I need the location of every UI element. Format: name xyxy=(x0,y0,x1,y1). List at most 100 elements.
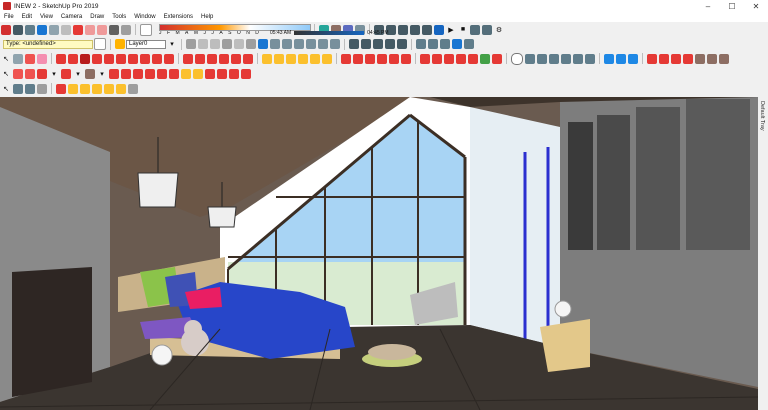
solid-tools-icon[interactable] xyxy=(464,39,474,49)
vray-options-icon[interactable] xyxy=(482,24,492,35)
rotated-rectangle-icon[interactable] xyxy=(92,53,102,64)
default-tray[interactable]: Default Tray xyxy=(758,97,768,410)
stop-icon[interactable]: ■ xyxy=(458,25,468,35)
box-icon[interactable] xyxy=(719,53,729,64)
style-icon[interactable] xyxy=(186,39,196,49)
teapot-icon[interactable] xyxy=(525,53,535,64)
arc-icon[interactable] xyxy=(140,53,150,64)
protractor-icon[interactable] xyxy=(286,53,296,64)
chevron-down-icon[interactable]: ▾ xyxy=(97,69,107,79)
entity-type-field[interactable]: Type: <undefined> xyxy=(3,39,93,49)
play-icon[interactable]: ▶ xyxy=(446,25,456,35)
menu-extensions[interactable]: Extensions xyxy=(160,14,197,20)
section-icon[interactable] xyxy=(397,39,407,49)
previous-view-icon[interactable] xyxy=(401,53,411,64)
orbit-icon[interactable] xyxy=(341,53,351,64)
box-icon[interactable] xyxy=(683,53,693,64)
new-model-icon[interactable] xyxy=(1,24,11,35)
box-icon[interactable] xyxy=(25,83,35,94)
section-icon[interactable] xyxy=(361,39,371,49)
view-right-icon[interactable] xyxy=(306,39,316,49)
layers-icon[interactable] xyxy=(115,39,125,49)
arc-icon[interactable] xyxy=(61,68,71,79)
model-viewport[interactable] xyxy=(0,97,758,410)
select-arrow-icon[interactable]: ↖ xyxy=(1,54,11,64)
view-left-icon[interactable] xyxy=(330,39,340,49)
print-icon[interactable] xyxy=(109,24,119,35)
chevron-down-icon[interactable]: ▾ xyxy=(167,39,177,49)
tape-measure-icon[interactable] xyxy=(181,68,191,79)
camera-icon[interactable] xyxy=(422,24,432,35)
zoom-extents-icon[interactable] xyxy=(241,68,251,79)
select-arrow-icon[interactable]: ↖ xyxy=(1,84,11,94)
axes-icon[interactable] xyxy=(104,83,114,94)
sandbox-icon[interactable] xyxy=(432,53,442,64)
sandbox-icon[interactable] xyxy=(456,53,466,64)
push-pull-icon[interactable] xyxy=(195,53,205,64)
close-button[interactable]: ✕ xyxy=(744,0,768,12)
move-icon[interactable] xyxy=(183,53,193,64)
box-icon[interactable] xyxy=(707,53,717,64)
rectangle-icon[interactable] xyxy=(85,68,95,79)
3d-text-icon[interactable] xyxy=(322,53,332,64)
polygon-icon[interactable] xyxy=(116,53,126,64)
gear-icon[interactable]: ⚙ xyxy=(494,25,504,35)
vray-frame-buffer-icon[interactable] xyxy=(470,24,480,35)
layer-select[interactable]: Layer0 xyxy=(126,39,166,49)
sandbox-icon[interactable] xyxy=(420,53,430,64)
paint-bucket-icon[interactable] xyxy=(37,53,47,64)
cube-icon[interactable] xyxy=(628,53,638,64)
line-icon[interactable] xyxy=(37,68,47,79)
menu-draw[interactable]: Draw xyxy=(86,14,108,20)
cloud-icon[interactable] xyxy=(549,53,559,64)
view-top-icon[interactable] xyxy=(282,39,292,49)
camera-icon[interactable] xyxy=(398,24,408,35)
text-icon[interactable] xyxy=(128,83,138,94)
pan-icon[interactable] xyxy=(353,53,363,64)
arc-icon[interactable] xyxy=(152,53,162,64)
eraser-icon[interactable] xyxy=(13,68,23,79)
entity-info-icon[interactable] xyxy=(94,38,106,50)
section-icon[interactable] xyxy=(385,39,395,49)
paste-icon[interactable] xyxy=(61,24,71,35)
menu-file[interactable]: File xyxy=(0,14,18,20)
dimension-icon[interactable] xyxy=(274,53,284,64)
cube-icon[interactable] xyxy=(616,53,626,64)
zoom-window-icon[interactable] xyxy=(377,53,387,64)
sandbox-icon[interactable] xyxy=(492,53,502,64)
measure-icon[interactable] xyxy=(80,83,90,94)
zoom-extents-icon[interactable] xyxy=(389,53,399,64)
scale-icon[interactable] xyxy=(231,53,241,64)
box-icon[interactable] xyxy=(647,53,657,64)
box-icon[interactable] xyxy=(671,53,681,64)
model-info-icon[interactable] xyxy=(121,24,131,35)
window-icon[interactable] xyxy=(573,53,583,64)
view-iso-icon[interactable] xyxy=(270,39,280,49)
box-icon[interactable] xyxy=(659,53,669,64)
maximize-button[interactable]: ☐ xyxy=(720,0,744,12)
menu-tools[interactable]: Tools xyxy=(108,14,130,20)
offset-icon[interactable] xyxy=(243,53,253,64)
arc-icon[interactable] xyxy=(128,53,138,64)
sandbox-icon[interactable] xyxy=(480,53,490,64)
style-icon[interactable] xyxy=(210,39,220,49)
x-ray-icon[interactable] xyxy=(258,39,268,49)
sandbox-icon[interactable] xyxy=(468,53,478,64)
menu-edit[interactable]: Edit xyxy=(18,14,36,20)
circle-icon[interactable] xyxy=(68,83,78,94)
protractor-icon[interactable] xyxy=(92,83,102,94)
cut-icon[interactable] xyxy=(37,24,47,35)
window-icon[interactable] xyxy=(585,53,595,64)
orbit-icon[interactable] xyxy=(205,68,215,79)
offset-icon[interactable] xyxy=(157,68,167,79)
teapot-icon[interactable] xyxy=(537,53,547,64)
freehand-icon[interactable] xyxy=(68,53,78,64)
copy-icon[interactable] xyxy=(49,24,59,35)
line-icon[interactable] xyxy=(56,53,66,64)
time-slider[interactable] xyxy=(294,31,365,35)
solid-tools-icon[interactable] xyxy=(428,39,438,49)
cube-icon[interactable] xyxy=(604,53,614,64)
menu-window[interactable]: Window xyxy=(130,14,159,20)
menu-camera[interactable]: Camera xyxy=(57,14,86,20)
text-icon[interactable] xyxy=(116,83,126,94)
